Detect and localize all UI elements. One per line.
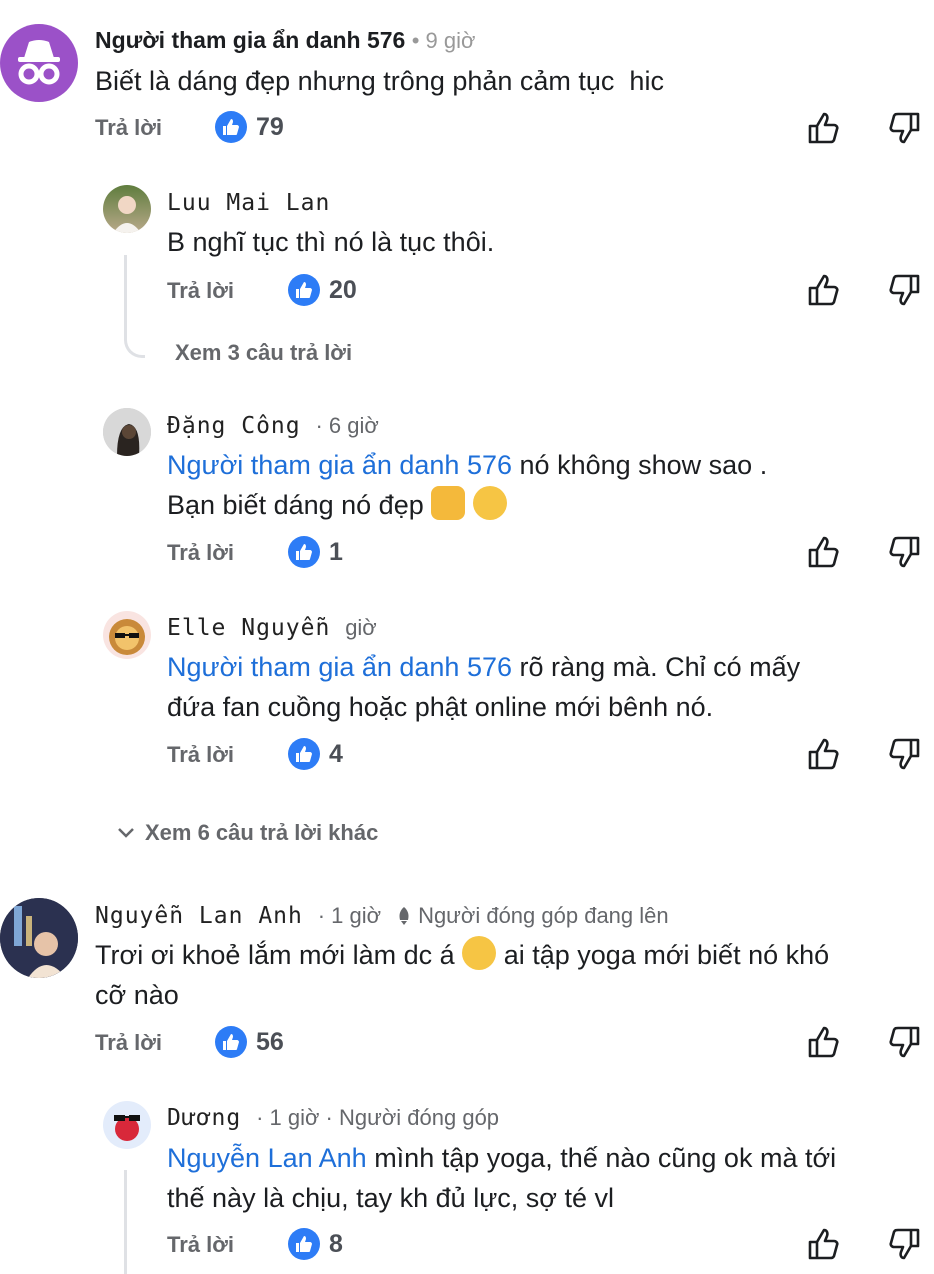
thumbs-up-icon: [288, 1228, 320, 1260]
avatar-photo: [0, 898, 78, 978]
comment-text-line: đứa fan cuồng hoặc phật online mới bênh …: [167, 692, 714, 722]
comment-author[interactable]: Luu Mai Lan: [167, 190, 330, 216]
comment-text-line: cỡ nào: [95, 980, 179, 1010]
like-count-value: 4: [329, 739, 343, 768]
thread-line: [124, 255, 145, 358]
like-count[interactable]: 79: [215, 111, 284, 143]
comment-text: B nghĩ tục thì nó là tục thôi.: [167, 227, 495, 257]
like-count[interactable]: 56: [215, 1026, 284, 1058]
upvote-icon[interactable]: [806, 110, 842, 146]
avatar[interactable]: [103, 185, 151, 233]
downvote-icon[interactable]: [886, 1226, 922, 1262]
like-count[interactable]: 4: [288, 738, 343, 770]
comment-author[interactable]: Nguyễn Lan Anh · 1 giờ Người đóng góp đa…: [95, 903, 669, 929]
like-count-value: 1: [329, 537, 343, 566]
reply-button[interactable]: Trả lời: [95, 1030, 162, 1056]
comment-text: đứa fan cuồng hoặc phật online mới bênh …: [167, 687, 713, 727]
downvote-icon[interactable]: [886, 736, 922, 772]
like-count-value: 56: [256, 1027, 284, 1056]
avatar[interactable]: [103, 1101, 151, 1149]
reply-button[interactable]: Trả lời: [167, 742, 234, 768]
upvote-icon[interactable]: [806, 1024, 842, 1060]
reply-button[interactable]: Trả lời: [167, 278, 234, 304]
upvote-icon[interactable]: [806, 736, 842, 772]
user-mention[interactable]: Người tham gia ẩn danh 576: [167, 652, 512, 682]
thumbs-up-icon: [288, 274, 320, 306]
comment-text-line: rõ ràng mà. Chỉ có mấy: [519, 652, 801, 682]
comment-text: Bạn biết dáng nó đẹp: [167, 485, 507, 525]
comment-text: thế này là chịu, tay kh đủ lực, sợ té vl: [167, 1178, 614, 1218]
comment-author[interactable]: Người tham gia ẩn danh 576 • 9 giờ: [95, 27, 475, 54]
reply-button[interactable]: Trả lời: [167, 1232, 234, 1258]
comment-time: giờ: [345, 615, 377, 640]
comment-text-line: ai tập yoga mới biết nó khó: [503, 940, 830, 970]
chevron-down-icon: [118, 828, 134, 838]
thumbs-up-emoji-icon: [431, 486, 466, 520]
contributor-badge-label: Người đóng góp đang lên: [418, 903, 669, 928]
comment-text-line: mình tập yoga, thế nào cũng ok mà tới: [374, 1143, 837, 1173]
thumbs-up-icon: [288, 738, 320, 770]
user-mention[interactable]: Nguyễn Lan Anh: [167, 1143, 367, 1173]
avatar[interactable]: [0, 898, 78, 978]
lion-emoji-icon: [109, 619, 145, 655]
comment-text: Biết là dáng đẹp nhưng trông phản cảm tụ…: [95, 66, 664, 96]
thumbs-up-icon: [215, 1026, 247, 1058]
comment-text: cỡ nào: [95, 975, 179, 1015]
comment-time: · 1 giờ · Người đóng góp: [256, 1105, 500, 1130]
like-count-value: 8: [329, 1229, 343, 1258]
avatar[interactable]: [0, 24, 78, 102]
like-count[interactable]: 1: [288, 536, 343, 568]
downvote-icon[interactable]: [886, 110, 922, 146]
thread-line: [124, 1170, 127, 1274]
comment-text: Trơi ơi khoẻ lắm mới làm dc á ai tập yog…: [95, 935, 829, 975]
thumbs-up-icon: [288, 536, 320, 568]
comment-text: Người tham gia ẩn danh 576 rõ ràng mà. C…: [167, 647, 800, 687]
comment-text-line: nó không show sao .: [519, 450, 768, 480]
downvote-icon[interactable]: [886, 1024, 922, 1060]
contributor-badge: Người đóng góp đang lên: [396, 903, 669, 928]
like-count[interactable]: 8: [288, 1228, 343, 1260]
strawberry-emoji-icon: [114, 1115, 140, 1141]
downvote-icon[interactable]: [886, 272, 922, 308]
upvote-icon[interactable]: [806, 272, 842, 308]
rocket-icon: [399, 907, 409, 925]
comment-time: · 1 giờ: [317, 903, 382, 928]
comment-author[interactable]: Đặng Công · 6 giờ: [167, 413, 379, 439]
like-count[interactable]: 20: [288, 274, 357, 306]
comment-text-line: thế này là chịu, tay kh đủ lực, sợ té vl: [167, 1183, 614, 1213]
avatar-photo: [103, 408, 151, 456]
comment-time: · 6 giờ: [315, 413, 379, 438]
upvote-icon[interactable]: [806, 534, 842, 570]
user-mention[interactable]: Người tham gia ẩn danh 576: [167, 450, 512, 480]
comment-text: Người tham gia ẩn danh 576 nó không show…: [167, 445, 767, 485]
avatar[interactable]: [103, 611, 151, 659]
comment-text-line: Bạn biết dáng nó đẹp: [167, 490, 424, 520]
thumbs-up-icon: [215, 111, 247, 143]
reply-button[interactable]: Trả lời: [167, 540, 234, 566]
avatar[interactable]: [103, 408, 151, 456]
comment-author[interactable]: Dương · 1 giờ · Người đóng góp: [167, 1105, 499, 1131]
crying-smile-emoji-icon: [462, 936, 497, 970]
view-replies-button[interactable]: Xem 3 câu trả lời: [175, 340, 352, 366]
comment-text: Nguyễn Lan Anh mình tập yoga, thế nào cũ…: [167, 1138, 836, 1178]
raised-eyebrow-emoji-icon: [472, 486, 507, 520]
anonymous-icon: [18, 40, 60, 85]
reply-button[interactable]: Trả lời: [95, 115, 162, 141]
upvote-icon[interactable]: [806, 1226, 842, 1262]
comment-time: • 9 giờ: [411, 28, 476, 53]
comment-author[interactable]: Elle Nguyễn giờ: [167, 615, 377, 641]
like-count-value: 20: [329, 275, 357, 304]
avatar-photo: [113, 196, 141, 233]
comment-text-line: Trơi ơi khoẻ lắm mới làm dc á: [95, 940, 455, 970]
downvote-icon[interactable]: [886, 534, 922, 570]
view-more-replies-button[interactable]: Xem 6 câu trả lời khác: [117, 820, 378, 846]
like-count-value: 79: [256, 112, 284, 141]
